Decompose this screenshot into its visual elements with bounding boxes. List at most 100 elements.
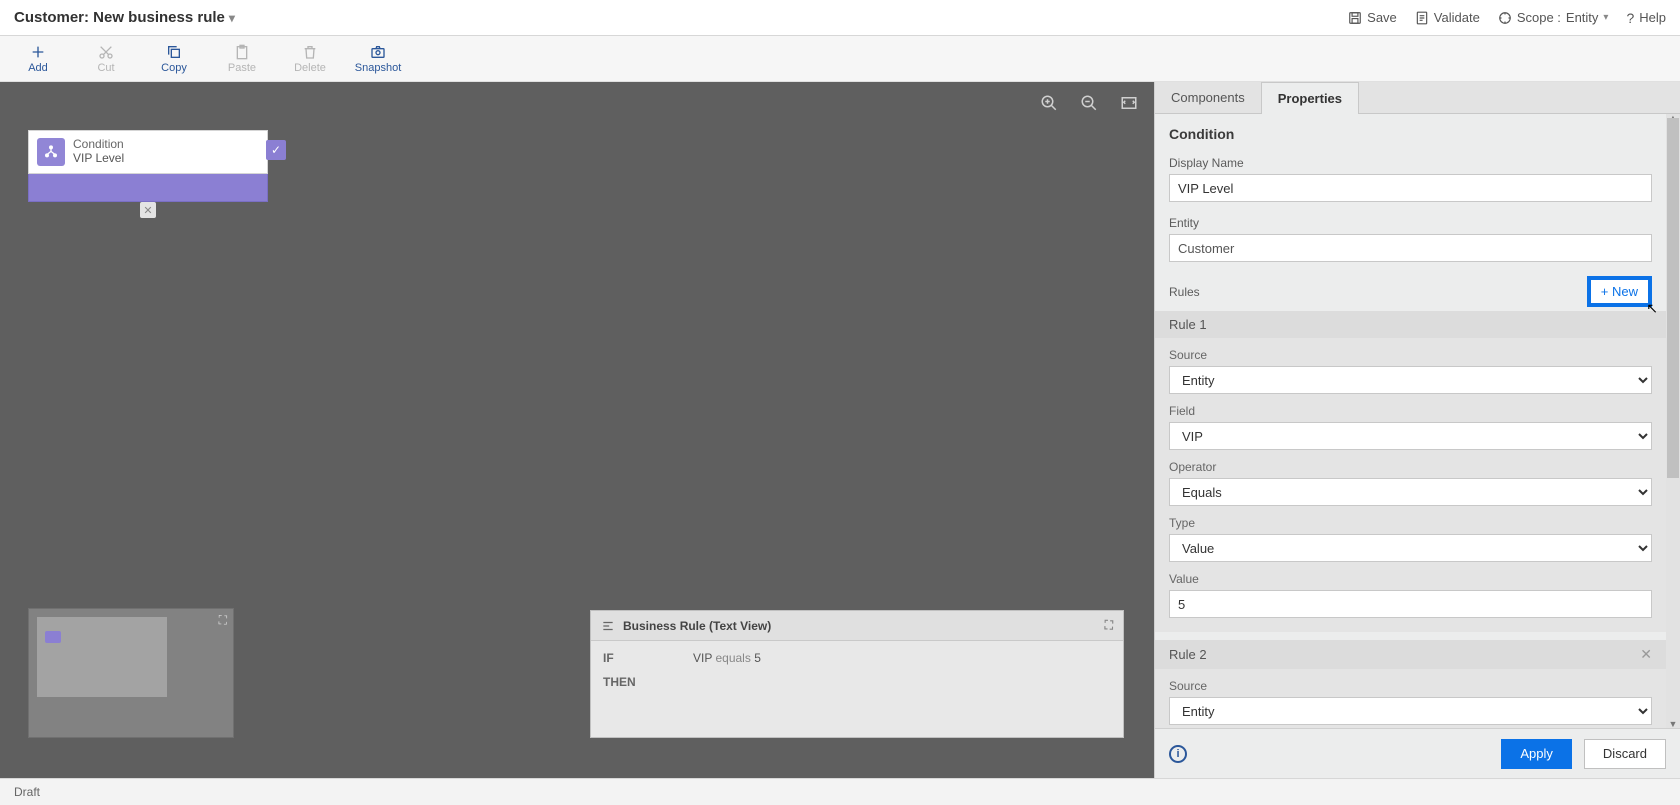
main-area: Condition VIP Level ✓ ✕ ⛶ Business Rule … [0,82,1680,778]
text-view-body: IF VIP equals 5 THEN [591,641,1123,709]
rule-1-value-label: Value [1169,572,1652,586]
condition-icon [37,138,65,166]
condition-node[interactable]: Condition VIP Level ✓ ✕ [28,130,268,202]
rule-2-title[interactable]: Rule 2 ✕ [1155,640,1666,669]
new-rule-button[interactable]: + New [1587,276,1652,307]
text-view-icon [601,619,615,633]
rule-1-source-select[interactable]: Entity [1169,366,1652,394]
help-icon: ? [1626,10,1634,26]
text-view-header: Business Rule (Text View) ⛶ [591,611,1123,641]
zoom-out-button[interactable] [1078,92,1100,114]
top-bar: Customer: New business rule ▾ Save Valid… [0,0,1680,36]
side-panel: Components Properties Condition Display … [1154,82,1680,778]
status-bar: Draft [0,778,1680,805]
entity-input[interactable] [1169,234,1652,262]
save-label: Save [1367,10,1397,25]
then-keyword: THEN [603,675,653,689]
rule-1-operator-label: Operator [1169,460,1652,474]
canvas[interactable]: Condition VIP Level ✓ ✕ ⛶ Business Rule … [0,82,1154,778]
properties-heading: Condition [1169,126,1652,142]
delete-button[interactable]: Delete [290,44,330,74]
node-type: Condition [73,138,124,152]
top-actions: Save Validate Scope : Entity ▾ ? Help [1348,10,1666,26]
paste-button[interactable]: Paste [222,44,262,74]
snapshot-button[interactable]: Snapshot [358,44,398,74]
validate-button[interactable]: Validate [1415,10,1480,25]
rule-2-title-text: Rule 2 [1169,647,1207,662]
close-icon[interactable]: ✕ [140,202,156,218]
rule-1-value-input[interactable] [1169,590,1652,618]
rule-2-block: Rule 2 ✕ Source Entity Field [1155,640,1666,728]
minimap[interactable]: ⛶ [28,608,234,738]
if-keyword: IF [603,651,653,665]
scope-label: Scope : [1517,10,1561,25]
scrollbar[interactable]: ▲ ▼ [1666,114,1680,728]
text-view-title: Business Rule (Text View) [623,619,771,633]
expr-field: VIP [693,651,712,665]
node-text: Condition VIP Level [73,138,124,166]
cut-button[interactable]: Cut [86,44,126,74]
canvas-controls [1038,92,1140,114]
display-name-input[interactable] [1169,174,1652,202]
status-text: Draft [14,785,40,799]
display-name-label: Display Name [1169,156,1652,170]
chevron-down-icon: ▾ [1603,12,1608,23]
chevron-down-icon: ▾ [229,11,235,25]
properties-panel: Condition Display Name Entity Rules + Ne… [1155,114,1680,728]
check-icon[interactable]: ✓ [266,140,286,160]
minimap-viewport[interactable] [37,617,167,697]
text-view-panel: Business Rule (Text View) ⛶ IF VIP equal… [590,610,1124,738]
scope-value: Entity [1566,10,1599,25]
tab-properties[interactable]: Properties [1261,82,1359,114]
scroll-down-icon[interactable]: ▼ [1668,719,1678,728]
toolbar: Add Cut Copy Paste Delete Snapshot [0,36,1680,82]
zoom-in-button[interactable] [1038,92,1060,114]
discard-button[interactable]: Discard [1584,739,1666,769]
copy-label: Copy [161,62,187,74]
apply-button[interactable]: Apply [1501,739,1572,769]
rules-label: Rules [1169,285,1200,299]
close-icon[interactable]: ✕ [1640,646,1652,663]
node-action-bar[interactable] [28,174,268,202]
snapshot-label: Snapshot [355,62,401,74]
tab-components[interactable]: Components [1155,82,1261,113]
help-button[interactable]: ? Help [1626,10,1666,26]
rule-1-title[interactable]: Rule 1 [1155,311,1666,338]
paste-label: Paste [228,62,256,74]
copy-button[interactable]: Copy [154,44,194,74]
save-button[interactable]: Save [1348,10,1397,25]
rule-1-field-label: Field [1169,404,1652,418]
rule-1-operator-select[interactable]: Equals [1169,478,1652,506]
expr-operator: equals [715,651,750,665]
side-panel-actions: i Apply Discard [1155,728,1680,778]
validate-icon [1415,11,1429,25]
expand-icon[interactable]: ⛶ [219,613,227,628]
cut-label: Cut [97,62,114,74]
scope-selector[interactable]: Scope : Entity ▾ [1498,10,1609,25]
scroll-thumb[interactable] [1667,118,1679,478]
expr-value: 5 [754,651,761,665]
page-title[interactable]: Customer: New business rule ▾ [14,9,235,26]
node-name: VIP Level [73,152,124,166]
fit-to-screen-button[interactable] [1118,92,1140,114]
entity-label: Entity [1169,216,1652,230]
save-icon [1348,11,1362,25]
rule-1-block: Rule 1 Source Entity Field VIP [1155,311,1666,632]
expand-icon[interactable]: ⛶ [1105,618,1113,633]
rule-1-source-label: Source [1169,348,1652,362]
title-text: Customer: New business rule [14,9,225,26]
rule-2-source-label: Source [1169,679,1652,693]
info-icon[interactable]: i [1169,745,1187,763]
minimap-node-icon [45,631,61,643]
rule-1-field-select[interactable]: VIP [1169,422,1652,450]
delete-label: Delete [294,62,326,74]
scope-icon [1498,11,1512,25]
node-card[interactable]: Condition VIP Level [28,130,268,174]
rule-1-type-label: Type [1169,516,1652,530]
help-label: Help [1639,10,1666,25]
tabs: Components Properties [1155,82,1680,114]
rule-1-type-select[interactable]: Value [1169,534,1652,562]
add-label: Add [28,62,48,74]
add-button[interactable]: Add [18,44,58,74]
rule-2-source-select[interactable]: Entity [1169,697,1652,725]
